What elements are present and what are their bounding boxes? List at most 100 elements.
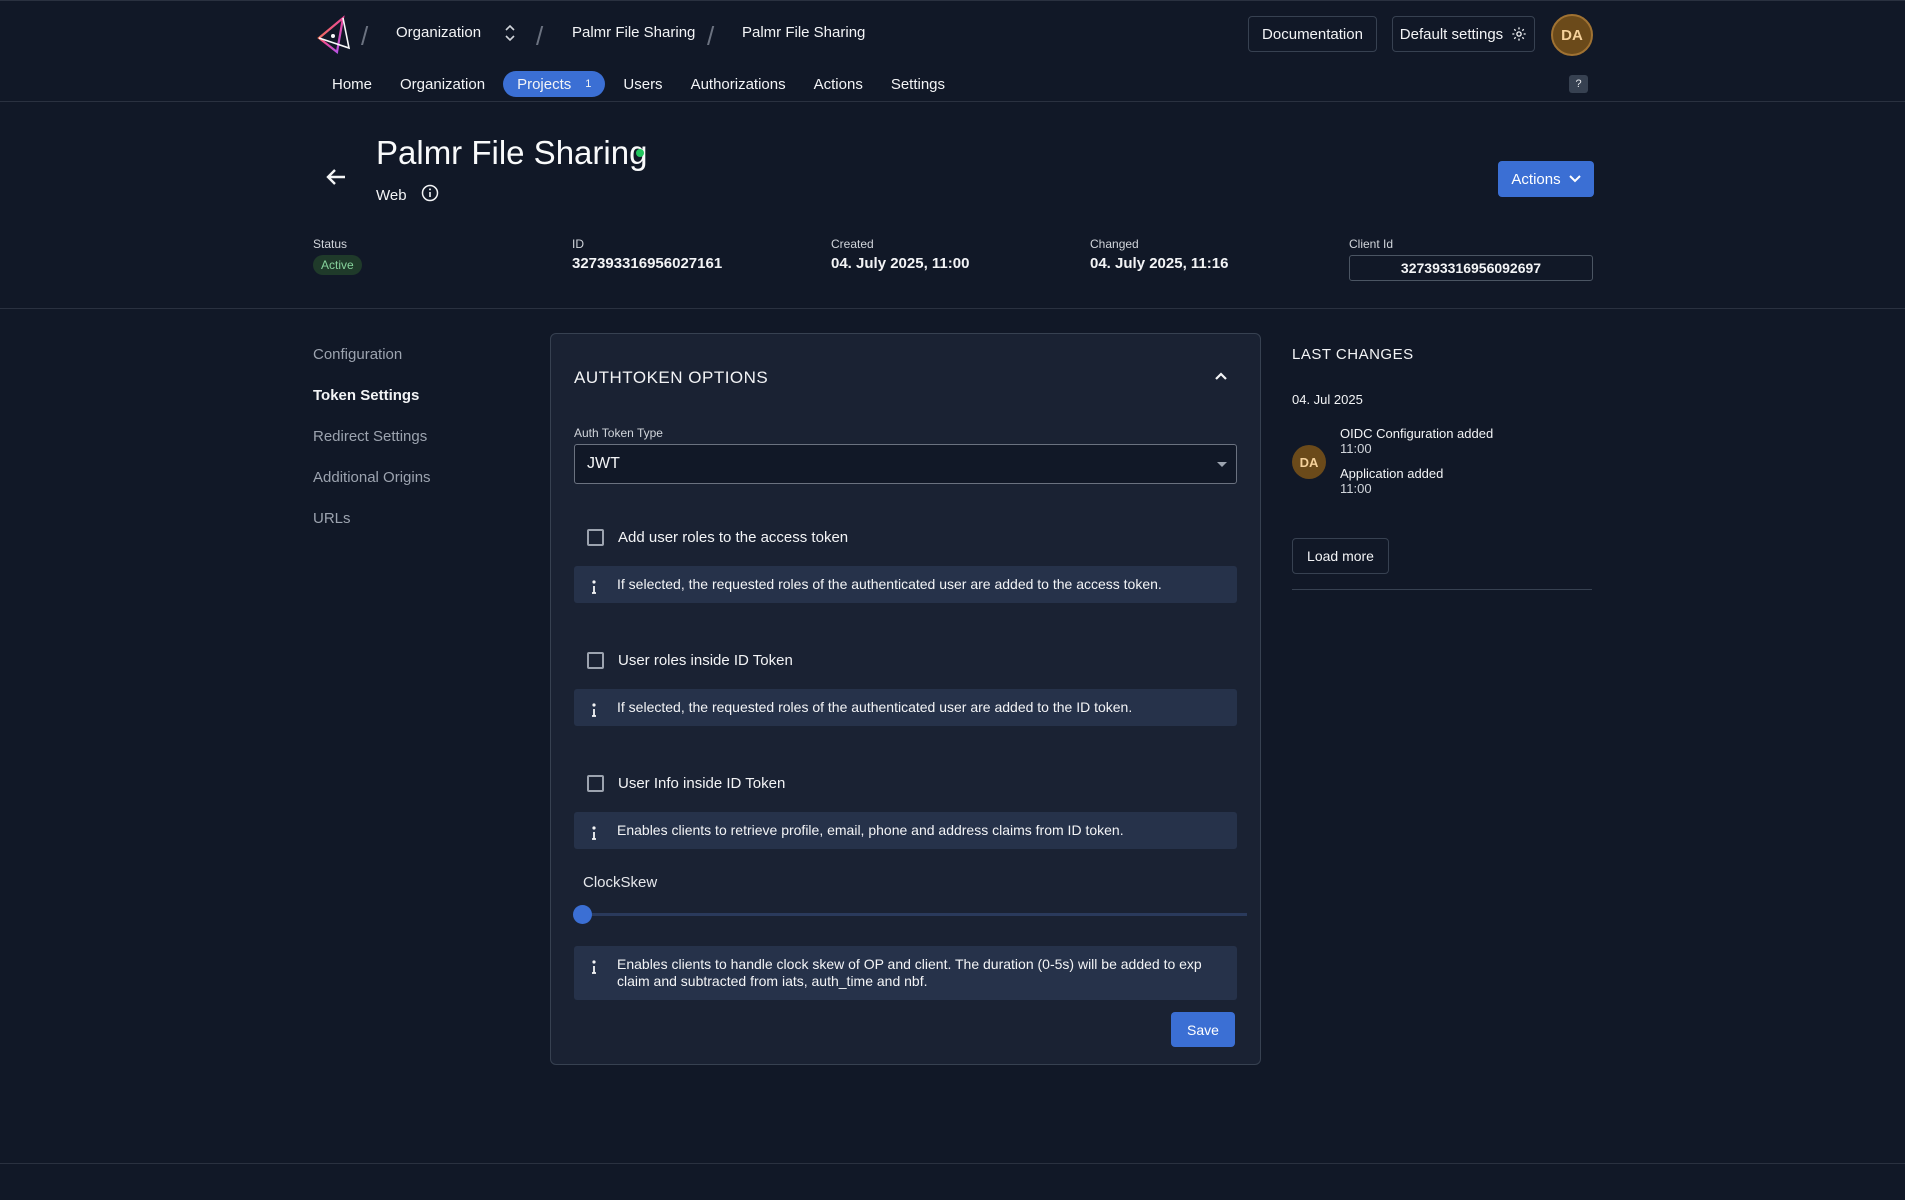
- option-row[interactable]: User roles inside ID Token: [587, 652, 793, 669]
- hint-text: If selected, the requested roles of the …: [617, 699, 1133, 715]
- status-badge: Active: [313, 255, 362, 275]
- info-icon: [592, 580, 596, 594]
- status-label: Status: [313, 237, 348, 251]
- side-item-urls[interactable]: URLs: [313, 510, 431, 551]
- user-avatar[interactable]: DA: [1551, 14, 1593, 56]
- last-changes-panel: LAST CHANGES 04. Jul 2025 DA OIDC Config…: [1292, 346, 1594, 590]
- nav-users[interactable]: Users: [609, 71, 676, 97]
- breadcrumb-organization[interactable]: Organization: [396, 24, 481, 41]
- actions-dropdown-button[interactable]: Actions: [1498, 161, 1594, 197]
- main-nav: Home Organization Projects 1 Users Autho…: [318, 71, 959, 97]
- nav-projects[interactable]: Projects 1: [503, 71, 606, 97]
- nav-authorizations[interactable]: Authorizations: [677, 71, 800, 97]
- breadcrumb-separator: /: [361, 21, 369, 51]
- load-more-button[interactable]: Load more: [1292, 538, 1389, 574]
- gear-icon: [1512, 27, 1526, 41]
- client-id-copy-field[interactable]: 327393316956092697: [1349, 255, 1593, 281]
- breadcrumb-project[interactable]: Palmr File Sharing: [572, 24, 695, 41]
- actions-label: Actions: [1511, 170, 1561, 188]
- breadcrumb-separator: /: [707, 21, 715, 51]
- id-meta: ID 327393316956027161: [572, 237, 722, 272]
- caret-down-icon: [1217, 462, 1227, 467]
- app-logo-icon[interactable]: [313, 14, 353, 54]
- card-title: AUTHTOKEN OPTIONS: [574, 368, 769, 387]
- top-bar: / Organization / Palmr File Sharing / Pa…: [0, 0, 1905, 102]
- auth-token-type-label: Auth Token Type: [574, 426, 663, 440]
- side-item-token-settings[interactable]: Token Settings: [313, 387, 431, 428]
- option-row[interactable]: Add user roles to the access token: [587, 529, 848, 546]
- created-label: Created: [831, 237, 874, 251]
- side-item-redirect-settings[interactable]: Redirect Settings: [313, 428, 431, 469]
- option-row[interactable]: User Info inside ID Token: [587, 775, 785, 792]
- info-hint: If selected, the requested roles of the …: [574, 566, 1237, 603]
- divider: [1292, 589, 1592, 590]
- help-button[interactable]: ?: [1569, 75, 1588, 93]
- id-token-roles-checkbox[interactable]: [587, 652, 604, 669]
- clockskew-slider-thumb[interactable]: [573, 905, 592, 924]
- side-item-additional-origins[interactable]: Additional Origins: [313, 469, 431, 510]
- footer-divider: [0, 1163, 1905, 1164]
- info-circle-icon[interactable]: [421, 184, 439, 202]
- app-header: [0, 102, 1905, 309]
- id-token-userinfo-checkbox[interactable]: [587, 775, 604, 792]
- id-value: 327393316956027161: [572, 255, 723, 272]
- changed-meta: Changed 04. July 2025, 11:16: [1090, 237, 1228, 272]
- nav-actions[interactable]: Actions: [800, 71, 877, 97]
- client-id-label: Client Id: [1349, 237, 1394, 251]
- info-hint: Enables clients to retrieve profile, ema…: [574, 812, 1237, 849]
- change-time: 11:00: [1340, 441, 1372, 456]
- changes-date: 04. Jul 2025: [1292, 392, 1363, 407]
- created-meta: Created 04. July 2025, 11:00: [831, 237, 969, 272]
- auth-token-type-select[interactable]: JWT: [574, 444, 1237, 484]
- change-item: Application added 11:00: [1340, 466, 1443, 496]
- auth-token-type-value: JWT: [587, 455, 620, 472]
- chevron-up-down-icon[interactable]: [504, 23, 516, 43]
- page-title: Palmr File Sharing: [376, 134, 648, 171]
- change-text: Application added: [1340, 466, 1444, 481]
- save-button[interactable]: Save: [1171, 1012, 1235, 1047]
- changed-value: 04. July 2025, 11:16: [1090, 255, 1229, 272]
- back-arrow-icon[interactable]: [323, 164, 349, 190]
- chevron-down-icon: [1568, 175, 1581, 183]
- info-icon: [592, 826, 596, 840]
- clockskew-slider-track[interactable]: [583, 913, 1247, 916]
- breadcrumb-separator: /: [536, 21, 544, 51]
- option-label: User Info inside ID Token: [618, 775, 786, 792]
- default-settings-button[interactable]: Default settings: [1392, 16, 1535, 52]
- side-item-configuration[interactable]: Configuration: [313, 346, 431, 387]
- nav-settings[interactable]: Settings: [877, 71, 959, 97]
- access-token-roles-checkbox[interactable]: [587, 529, 604, 546]
- nav-organization[interactable]: Organization: [386, 71, 499, 97]
- created-value: 04. July 2025, 11:00: [831, 255, 970, 272]
- change-author-avatar: DA: [1292, 445, 1326, 479]
- status-dot: [636, 149, 644, 157]
- id-label: ID: [572, 237, 584, 251]
- last-changes-title: LAST CHANGES: [1292, 346, 1414, 363]
- documentation-label: Documentation: [1262, 25, 1363, 43]
- documentation-button[interactable]: Documentation: [1248, 16, 1377, 52]
- info-hint: If selected, the requested roles of the …: [574, 689, 1237, 726]
- clockskew-label: ClockSkew: [583, 874, 658, 891]
- hint-text: Enables clients to retrieve profile, ema…: [617, 822, 1124, 838]
- changed-label: Changed: [1090, 237, 1139, 251]
- chevron-up-icon[interactable]: [1213, 369, 1229, 383]
- hint-text: If selected, the requested roles of the …: [617, 576, 1162, 592]
- authtoken-options-card: AUTHTOKEN OPTIONS Auth Token Type JWT Ad…: [550, 333, 1261, 1065]
- nav-projects-label: Projects: [517, 75, 572, 93]
- option-label: User roles inside ID Token: [618, 652, 793, 669]
- projects-count-badge: 1: [585, 78, 592, 90]
- app-type-label: Web: [376, 187, 407, 204]
- info-icon: [592, 703, 596, 717]
- settings-side-nav: Configuration Token Settings Redirect Se…: [313, 346, 431, 551]
- status-meta: Status Active: [313, 237, 362, 275]
- hint-text: Enables clients to handle clock skew of …: [617, 956, 1202, 989]
- client-id-meta: Client Id 327393316956092697: [1349, 237, 1593, 281]
- info-hint: Enables clients to handle clock skew of …: [574, 946, 1237, 1000]
- breadcrumb-app[interactable]: Palmr File Sharing: [742, 24, 865, 41]
- change-text: OIDC Configuration added: [1340, 426, 1494, 441]
- change-time: 11:00: [1340, 481, 1372, 496]
- default-settings-label: Default settings: [1399, 25, 1504, 43]
- info-icon: [592, 960, 596, 974]
- nav-home[interactable]: Home: [318, 71, 386, 97]
- change-item: OIDC Configuration added 11:00: [1340, 426, 1493, 456]
